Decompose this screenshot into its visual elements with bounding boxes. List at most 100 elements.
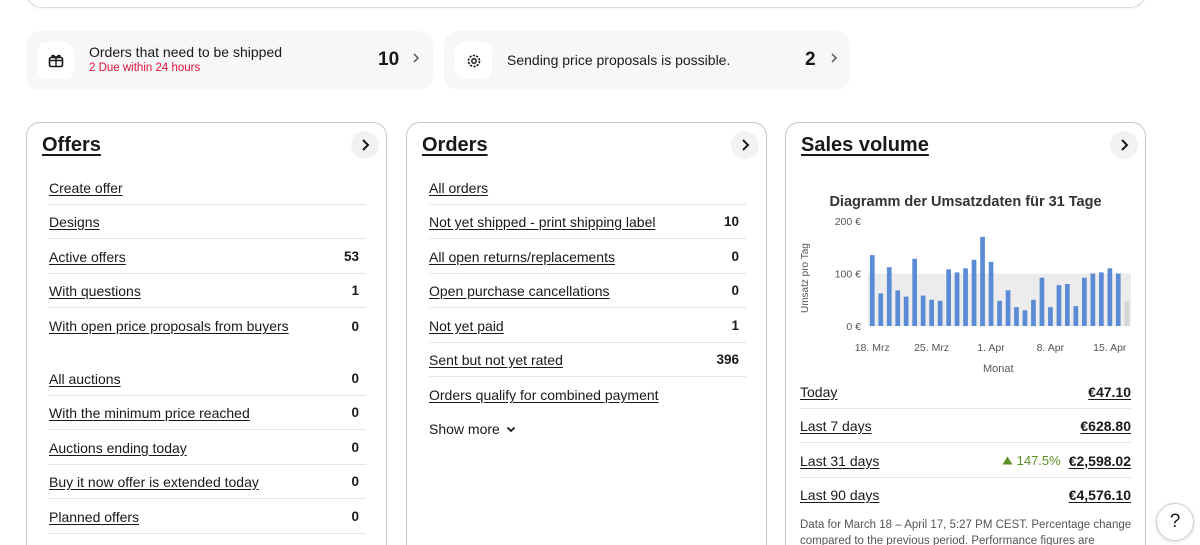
chart-bar [980, 236, 985, 327]
row-count: 0 [351, 509, 359, 524]
x-tick-label: 8. Apr [1037, 342, 1065, 354]
chart-bar [1090, 273, 1096, 326]
row-link[interactable]: All auctions [49, 371, 121, 387]
sales-amount[interactable]: €4,576.10 [1069, 487, 1131, 503]
row-link[interactable]: Create offer [49, 180, 123, 196]
list-row[interactable]: All auctions 0 [49, 362, 366, 396]
list-row[interactable]: Buy it now offer is extended today 0 [49, 465, 366, 499]
chart-bar [1099, 272, 1104, 326]
sales-amount[interactable]: €47.10 [1088, 384, 1131, 400]
sales-row[interactable]: Today €47.10 [800, 375, 1131, 409]
chart-bar [1014, 307, 1019, 326]
sales-period-link[interactable]: Last 31 days [800, 453, 879, 469]
row-link[interactable]: Sent but not yet rated [429, 352, 563, 368]
list-row[interactable]: Active offers 53 [49, 240, 366, 274]
price-proposals-tile[interactable]: Sending price proposals is possible. 2 [444, 31, 850, 90]
chart-x-axis-label: Monat [983, 363, 1014, 375]
chart-bar [886, 267, 892, 326]
chart-bar [1056, 285, 1062, 326]
chevron-right-icon [412, 52, 420, 67]
row-link[interactable]: Designs [49, 214, 100, 230]
sales-period-link[interactable]: Today [800, 384, 837, 400]
row-link[interactable]: With questions [49, 283, 141, 299]
chart-bar [912, 258, 917, 326]
chart-bar [869, 255, 875, 326]
x-tick-label: 18. Mrz [855, 342, 890, 354]
sales-value-group: €4,576.10 [1069, 487, 1131, 503]
y-tick-label: 200 € [835, 216, 861, 228]
row-count: 0 [351, 318, 359, 334]
row-link[interactable]: Auctions ending today [49, 440, 187, 456]
list-row[interactable]: All orders [429, 171, 746, 205]
package-icon [37, 42, 74, 79]
x-tick-label: 15. Apr [1093, 342, 1127, 354]
row-link[interactable]: Orders qualify for combined payment [429, 387, 659, 403]
list-row[interactable]: Not yet paid 1 [429, 309, 746, 343]
show-more-label: Show more [429, 421, 500, 437]
list-row[interactable]: Open purchase cancellations 0 [429, 274, 746, 308]
chart-bar [946, 269, 951, 326]
row-link[interactable]: Planned offers [49, 509, 139, 525]
offers-title[interactable]: Offers [42, 134, 101, 157]
row-link[interactable]: All open returns/replacements [429, 249, 615, 265]
row-count: 1 [351, 283, 359, 298]
chevron-down-icon [506, 426, 515, 432]
sales-amount[interactable]: €2,598.02 [1069, 453, 1131, 469]
tile-title: Orders that need to be shipped [89, 44, 283, 60]
list-row[interactable]: Create offer [49, 171, 366, 205]
row-count: 0 [731, 283, 739, 298]
row-count: 10 [723, 214, 739, 229]
tile-count: 10 [378, 49, 400, 70]
list-row[interactable]: Planned offers 0 [49, 500, 366, 534]
sales-row[interactable]: Last 90 days €4,576.10 [800, 478, 1131, 512]
help-label: ? [1169, 511, 1181, 532]
sales-amount[interactable]: €628.80 [1080, 418, 1131, 434]
row-link[interactable]: Not yet paid [429, 318, 504, 334]
list-row[interactable]: Not yet shipped - print shipping label 10 [429, 205, 746, 239]
sales-footnote: Data for March 18 – April 17, 5:27 PM CE… [800, 519, 1132, 545]
sales-period-link[interactable]: Last 7 days [800, 418, 872, 434]
help-button[interactable]: ? [1156, 503, 1194, 541]
chart-bar [1005, 290, 1011, 326]
trend-indicator: 147.5% [1002, 453, 1061, 468]
sales-chart: 200 € 100 € 0 € 18. Mrz 25. Mrz 1. Apr 8. Apr 1… [835, 216, 1131, 354]
chart-bar [1107, 268, 1113, 327]
row-link[interactable]: Not yet shipped - print shipping label [429, 214, 655, 230]
chart-bar [1115, 273, 1121, 326]
sales-value-group: €47.10 [1088, 384, 1131, 400]
list-row[interactable]: With questions 1 [49, 274, 366, 308]
row-link[interactable]: With open price proposals from buyers [49, 318, 289, 334]
list-row[interactable]: With open price proposals from buyers 0 [49, 309, 366, 343]
sales-row[interactable]: Last 31 days 147.5% €2,598.02 [800, 444, 1131, 478]
chart-bar [954, 272, 960, 326]
list-row[interactable]: Auctions ending today 0 [49, 431, 366, 465]
row-link[interactable]: With the minimum price reached [49, 405, 250, 421]
list-row[interactable]: With the minimum price reached 0 [49, 396, 366, 430]
list-row[interactable]: All open returns/replacements 0 [429, 240, 746, 274]
show-more-button[interactable]: Show more [429, 421, 516, 437]
orders-open-button[interactable] [731, 131, 759, 159]
triangle-up-icon [1002, 456, 1013, 465]
orders-card: Orders All orders Not yet shipped - print… [406, 122, 767, 545]
tile-title: Sending price proposals is possible. [507, 52, 731, 68]
list-row[interactable]: Designs [49, 205, 366, 239]
row-link[interactable]: Active offers [49, 249, 126, 265]
sales-period-link[interactable]: Last 90 days [800, 487, 879, 503]
list-row[interactable]: Orders qualify for combined payment [429, 378, 746, 412]
offers-open-button[interactable] [351, 131, 379, 159]
sales-row[interactable]: Last 7 days €628.80 [800, 409, 1131, 443]
orders-title[interactable]: Orders [422, 134, 488, 157]
sales-value-group: 147.5% €2,598.02 [1002, 453, 1131, 469]
row-count: 1 [731, 318, 739, 333]
row-link[interactable]: Open purchase cancellations [429, 283, 610, 299]
offers-card: Offers Create offer Designs Active offers 5… [26, 122, 387, 545]
chart-bar [929, 299, 934, 327]
x-tick-label: 25. Mrz [914, 342, 949, 354]
chart-bar [937, 300, 943, 326]
row-link[interactable]: Buy it now offer is extended today [49, 474, 259, 490]
orders-to-ship-tile[interactable]: Orders that need to be shipped 2 Due wit… [26, 31, 433, 90]
list-row[interactable]: Sent but not yet rated 396 [429, 343, 746, 377]
row-count: 0 [351, 371, 359, 386]
chart-bar [1124, 301, 1130, 326]
row-link[interactable]: All orders [429, 180, 488, 196]
